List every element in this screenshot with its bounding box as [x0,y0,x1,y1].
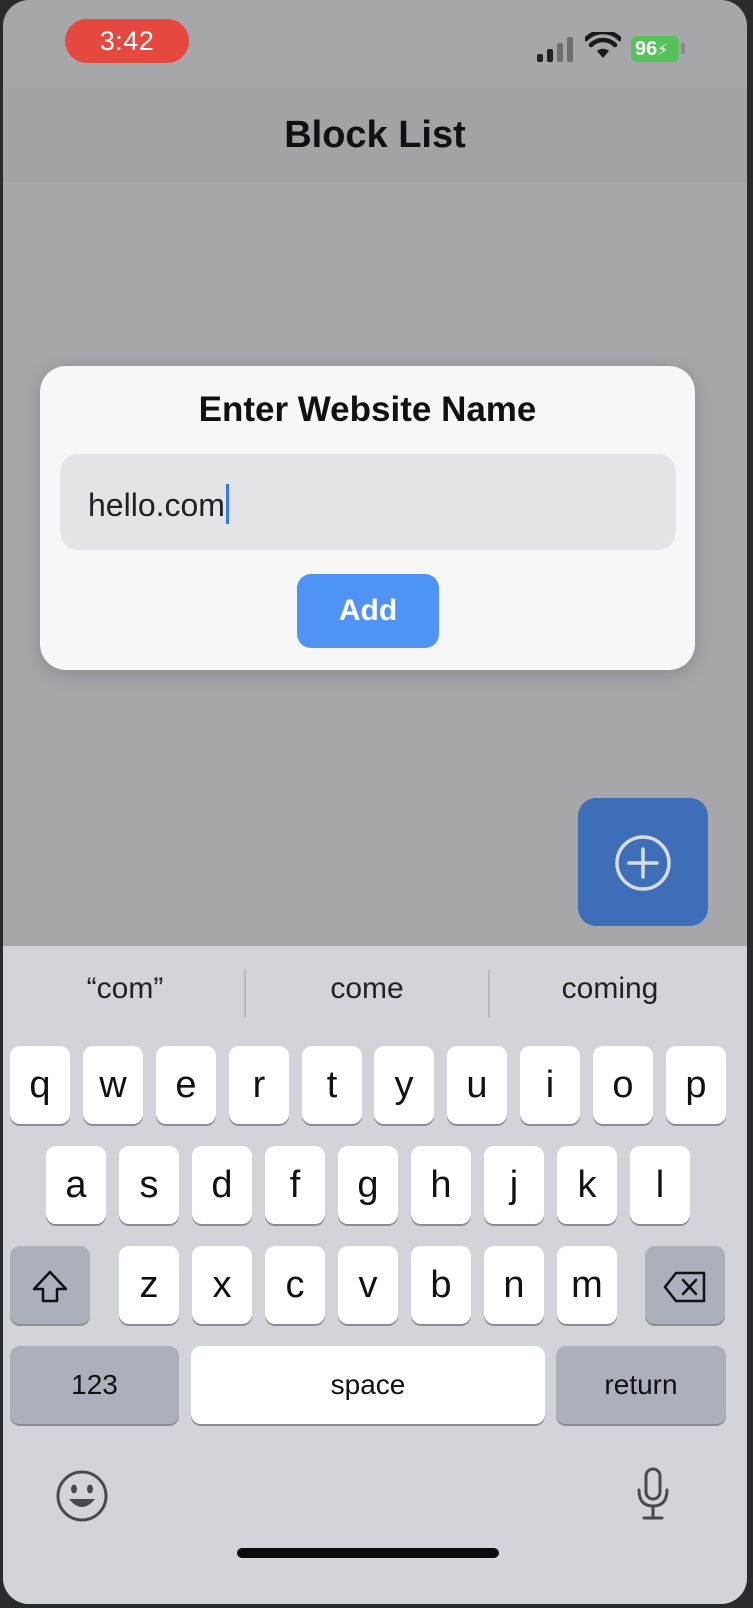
key-l[interactable]: l [630,1146,690,1224]
microphone-icon[interactable] [633,1466,673,1522]
key-k[interactable]: k [557,1146,617,1224]
key-m[interactable]: m [557,1246,617,1324]
key-n[interactable]: n [484,1246,544,1324]
key-x[interactable]: x [192,1246,252,1324]
plus-circle-icon [615,835,671,891]
key-f[interactable]: f [265,1146,325,1224]
key-h[interactable]: h [411,1146,471,1224]
add-website-dialog: Enter Website Name hello.com Add [40,366,695,670]
key-i[interactable]: i [520,1046,580,1124]
key-j[interactable]: j [484,1146,544,1224]
page-title: Block List [284,114,466,156]
add-website-fab[interactable] [578,798,708,926]
key-z[interactable]: z [119,1246,179,1324]
key-u[interactable]: u [447,1046,507,1124]
navigation-bar: Block List [3,88,747,182]
return-key[interactable]: return [556,1346,726,1424]
keyboard: “com” come coming q w e r t y u i o p a … [3,946,747,1604]
key-r[interactable]: r [229,1046,289,1124]
suggestion-1[interactable]: “com” [5,972,245,1006]
key-t[interactable]: t [302,1046,362,1124]
phone-screen: 3:42 96⚡ Block List Enter Website Name h… [3,0,747,1604]
website-name-value: hello.com [88,487,225,523]
battery-icon: 96⚡ [631,36,679,62]
shift-icon [32,1270,68,1303]
key-c[interactable]: c [265,1246,325,1324]
key-y[interactable]: y [374,1046,434,1124]
emoji-icon[interactable] [55,1469,109,1523]
dialog-title: Enter Website Name [198,390,537,429]
space-key[interactable]: space [191,1346,545,1424]
key-o[interactable]: o [593,1046,653,1124]
key-e[interactable]: e [156,1046,216,1124]
text-cursor [225,484,229,524]
numbers-key[interactable]: 123 [10,1346,179,1424]
home-indicator [237,1548,499,1558]
suggestion-2[interactable]: come [247,972,487,1006]
key-q[interactable]: q [10,1046,70,1124]
suggestion-bar: “com” come coming [3,946,747,1042]
key-v[interactable]: v [338,1246,398,1324]
key-a[interactable]: a [46,1146,106,1224]
key-s[interactable]: s [119,1146,179,1224]
shift-key[interactable] [10,1246,90,1324]
key-g[interactable]: g [338,1146,398,1224]
key-p[interactable]: p [666,1046,726,1124]
status-time: 3:42 [65,19,189,63]
wifi-icon [585,32,621,58]
suggestion-3[interactable]: coming [490,972,730,1006]
key-d[interactable]: d [192,1146,252,1224]
key-w[interactable]: w [83,1046,143,1124]
battery-cap [681,43,685,54]
suggestion-divider [244,970,246,1018]
add-button[interactable]: Add [297,574,439,648]
key-b[interactable]: b [411,1246,471,1324]
cellular-signal-icon [537,36,577,62]
website-name-input[interactable]: hello.com [60,454,676,550]
status-bar: 3:42 96⚡ [3,0,747,88]
battery-level: 96 [635,38,658,60]
delete-key[interactable] [645,1246,725,1324]
backspace-icon [663,1271,706,1303]
